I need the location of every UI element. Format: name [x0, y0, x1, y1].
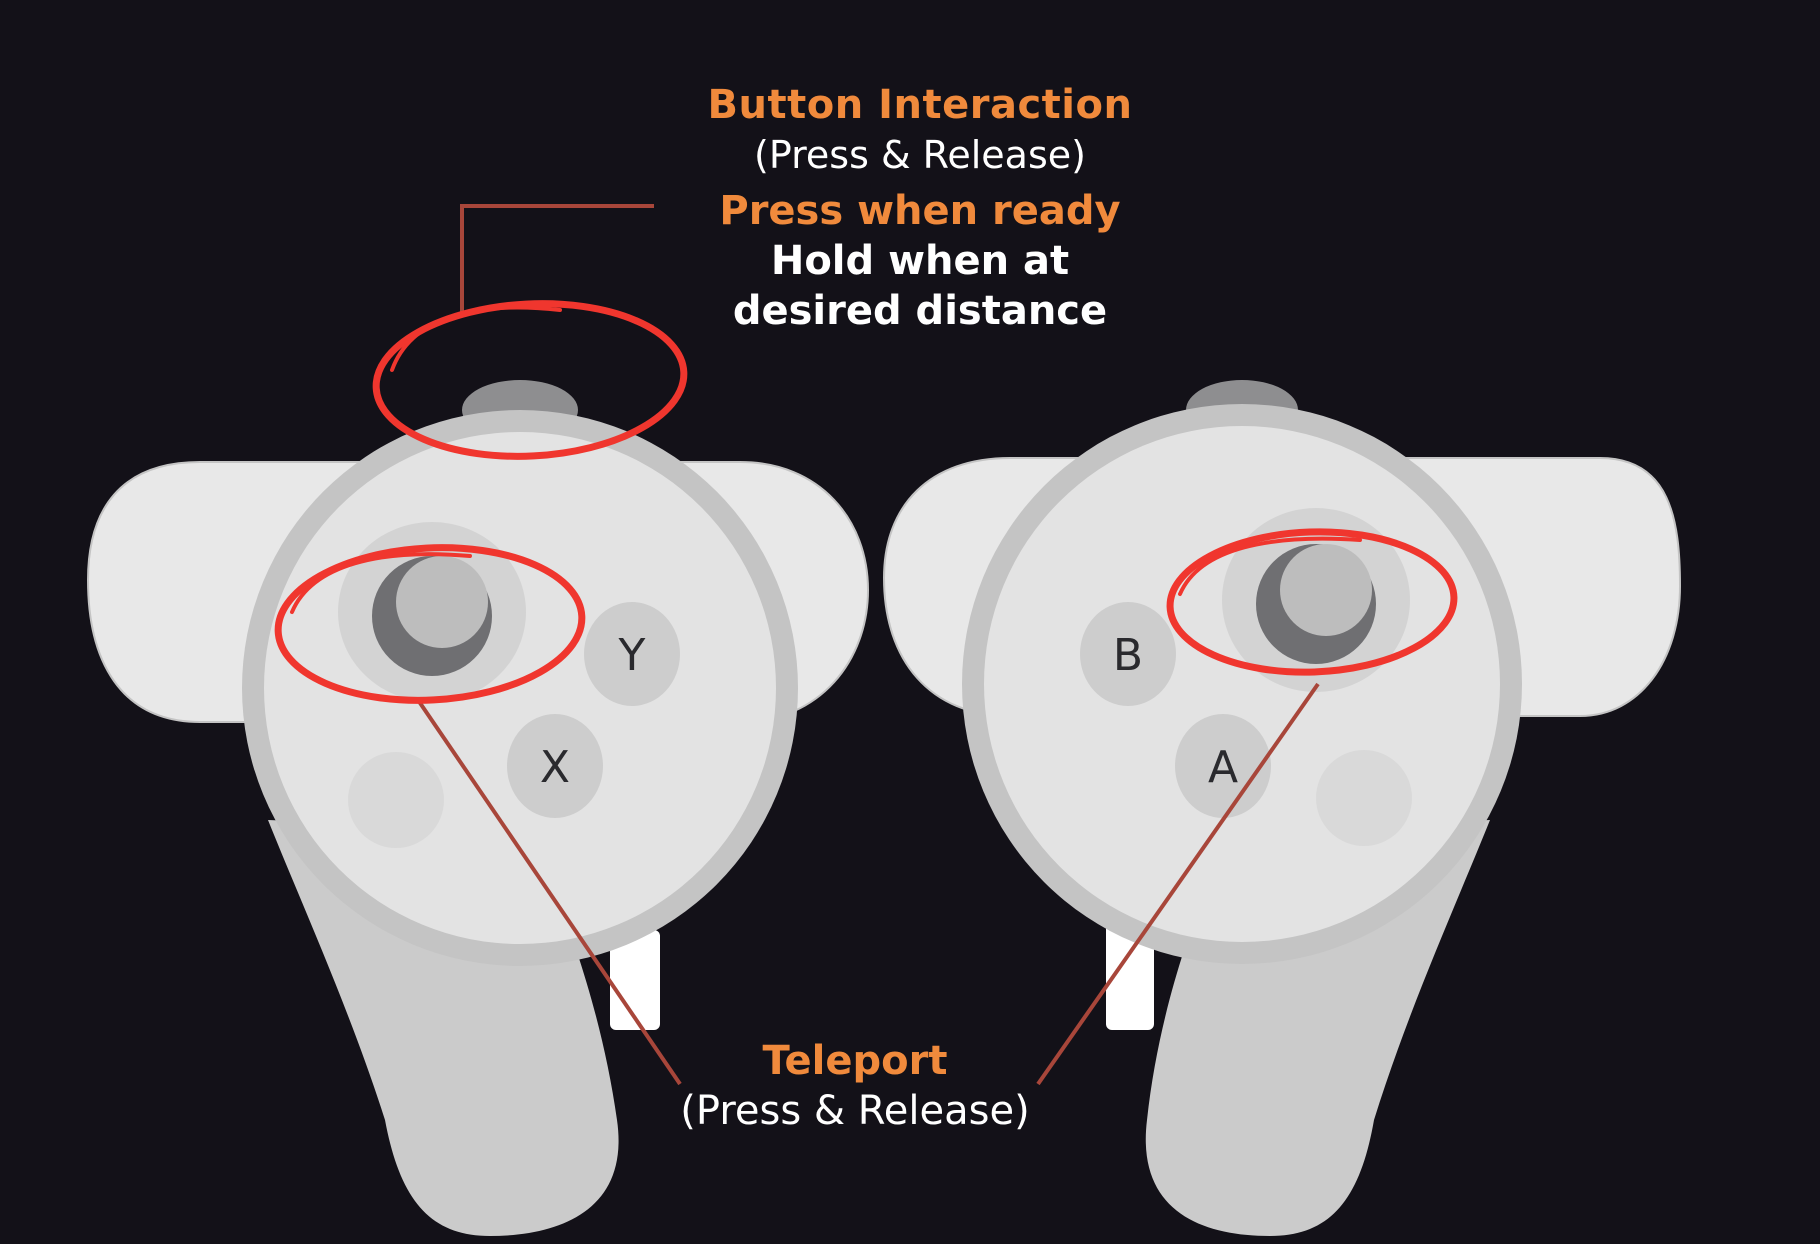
button-interaction-title: Button Interaction [707, 82, 1133, 128]
press-when-ready-text: Press when ready [719, 187, 1121, 234]
right-menu-pad [1316, 750, 1412, 846]
leader-line-button-interaction [460, 204, 654, 312]
left-button-y-label: Y [618, 630, 646, 681]
teleport-subtitle: (Press & Release) [680, 1088, 1030, 1134]
left-thumbstick-cap [396, 556, 488, 648]
right-button-b-label: B [1113, 630, 1143, 681]
left-button-x-label: X [540, 742, 570, 793]
desired-distance-text: desired distance [732, 287, 1108, 334]
right-thumbstick-cap [1280, 544, 1372, 636]
left-menu-pad [348, 752, 444, 848]
teleport-annotation: Teleport (Press & Release) [668, 1036, 1042, 1136]
right-button-a-label: A [1208, 742, 1238, 793]
button-interaction-subtitle: (Press & Release) [754, 133, 1086, 177]
hold-when-at-text: Hold when at [770, 237, 1070, 284]
right-controller-face [984, 426, 1500, 942]
teleport-title: Teleport [762, 1038, 948, 1084]
button-interaction-annotation: Button Interaction (Press & Release) Pre… [700, 80, 1140, 336]
controller-diagram: Y X B A Button Interaction (Press & Rele… [0, 0, 1820, 1244]
